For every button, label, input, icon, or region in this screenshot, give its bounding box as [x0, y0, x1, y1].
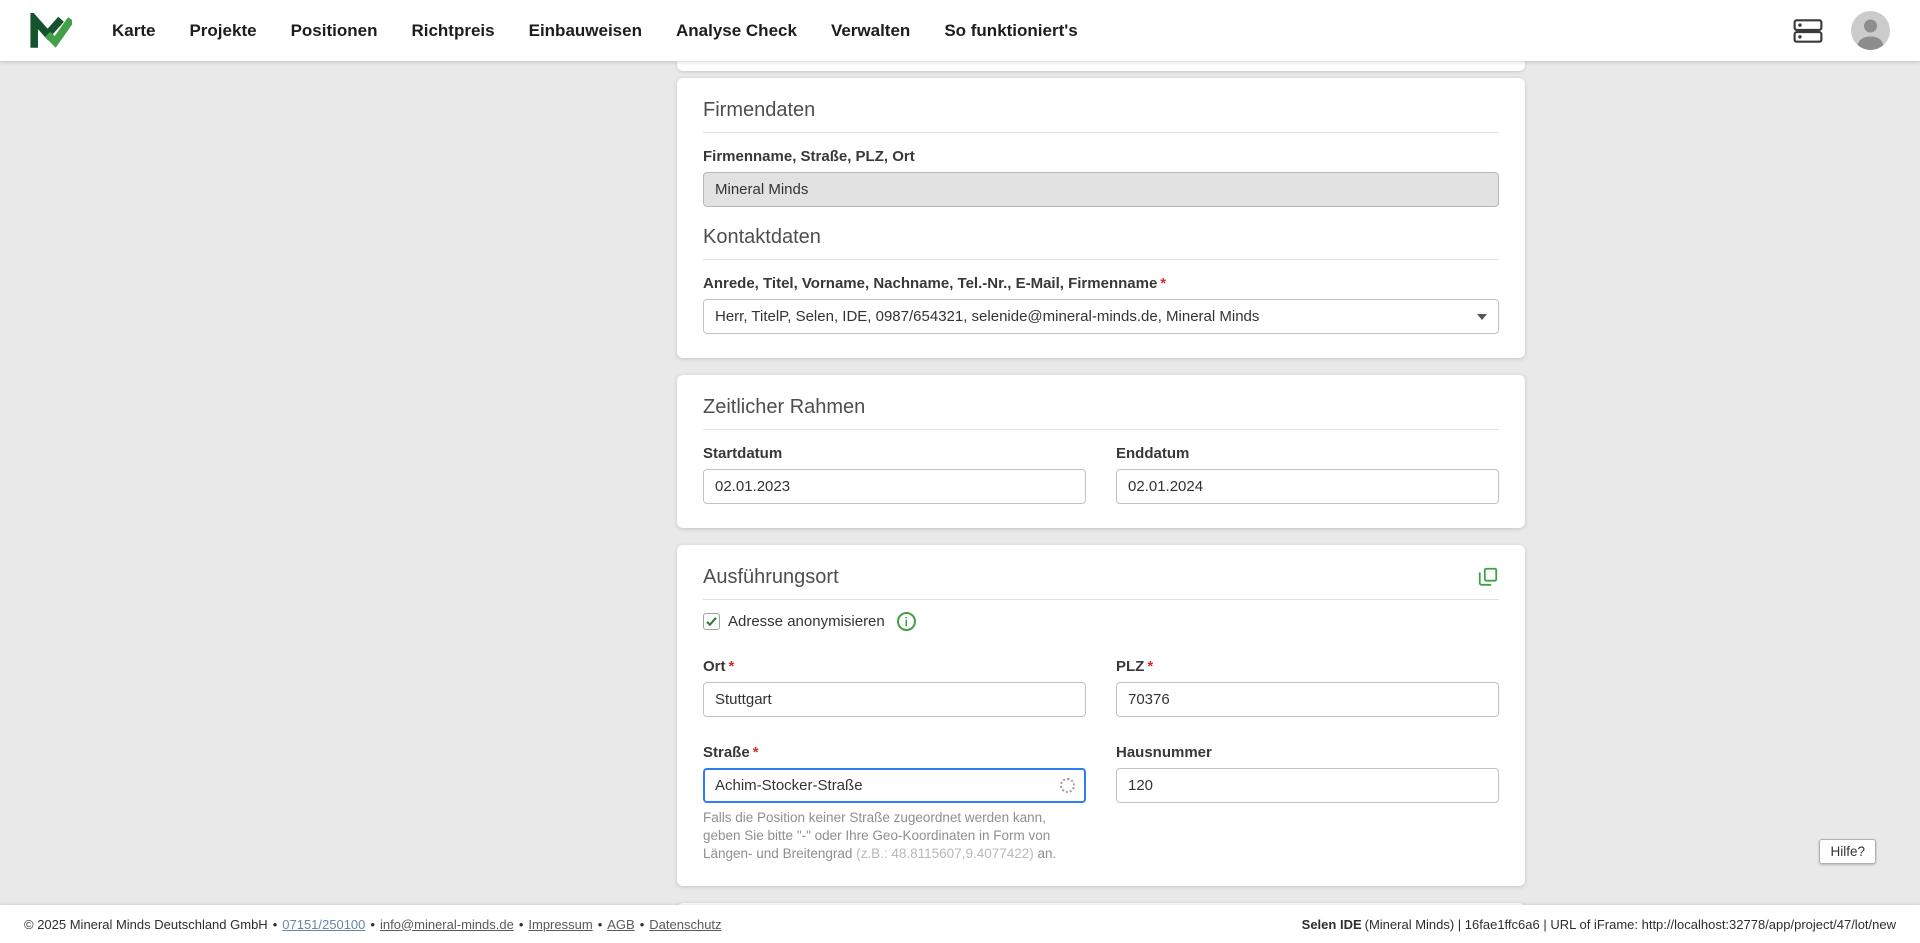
location-card: Ausführungsort Adresse anonymisieren i O…	[677, 545, 1525, 887]
required-marker: *	[752, 744, 759, 761]
anonymize-address-checkbox[interactable]	[703, 613, 720, 630]
footer-system-info: Selen IDE (Mineral Minds) | 16fae1ffc6a6…	[1302, 917, 1896, 932]
info-icon[interactable]	[896, 612, 916, 631]
city-field: Ort *	[703, 643, 1086, 717]
navbar-right	[1793, 11, 1890, 50]
company-summary-input	[703, 172, 1499, 207]
city-input[interactable]	[703, 682, 1086, 717]
anonymize-row: Adresse anonymisieren	[703, 612, 1499, 631]
zip-field: PLZ *	[1116, 643, 1499, 717]
section-title-ausfuehrungsort: Ausführungsort	[703, 566, 839, 588]
separator: •	[597, 916, 603, 932]
brand-logo[interactable]	[30, 12, 72, 49]
street-label: Straße *	[703, 744, 759, 761]
form-column: Firmendaten Firmenname, Straße, PLZ, Ort…	[677, 61, 1525, 905]
company-summary-label: Firmenname, Straße, PLZ, Ort	[703, 148, 915, 165]
enddate-field: Enddatum	[1116, 430, 1499, 504]
anonymize-address-label: Adresse anonymisieren	[728, 613, 885, 630]
separator: •	[272, 916, 278, 932]
person-icon	[1857, 19, 1884, 50]
startdate-input[interactable]	[703, 469, 1086, 504]
nav-item-karte[interactable]: Karte	[112, 21, 155, 41]
separator: •	[518, 916, 524, 932]
main-content: Firmendaten Firmenname, Straße, PLZ, Ort…	[0, 61, 1920, 905]
city-label: Ort *	[703, 658, 735, 675]
nav-item-analyse-check[interactable]: Analyse Check	[676, 21, 797, 41]
nav-item-richtpreis[interactable]: Richtpreis	[411, 21, 494, 41]
footer-agb-link[interactable]: AGB	[607, 917, 634, 932]
divider	[703, 132, 1499, 133]
footer-impressum-link[interactable]: Impressum	[528, 917, 592, 932]
footer-info: © 2025 Mineral Minds Deutschland GmbH • …	[24, 917, 722, 932]
top-navbar: Karte Projekte Positionen Richtpreis Ein…	[0, 0, 1920, 61]
zip-label: PLZ *	[1116, 658, 1154, 675]
nav-item-so-funktionierts[interactable]: So funktioniert's	[944, 21, 1077, 41]
user-avatar[interactable]	[1851, 11, 1890, 50]
footer-copyright: © 2025 Mineral Minds Deutschland GmbH	[24, 916, 268, 932]
server-icon[interactable]	[1793, 18, 1823, 44]
divider	[703, 599, 1499, 600]
system-name: Selen IDE	[1301, 916, 1362, 932]
enddate-label: Enddatum	[1116, 445, 1190, 462]
nav-item-einbauweisen[interactable]: Einbauweisen	[529, 21, 642, 41]
required-marker: *	[1160, 275, 1167, 292]
section-title-kontaktdaten: Kontaktdaten	[703, 226, 821, 248]
contact-select[interactable]: Herr, TitelP, Selen, IDE, 0987/654321, s…	[703, 299, 1499, 334]
loading-spinner-icon	[1060, 777, 1075, 793]
required-marker: *	[728, 658, 735, 675]
hint-coordinates-example: (z.B.: 48.8115607,9.4077422)	[856, 845, 1034, 861]
section-title-firmendaten: Firmendaten	[703, 99, 816, 121]
footer: © 2025 Mineral Minds Deutschland GmbH • …	[0, 905, 1920, 943]
copy-icon[interactable]	[1477, 566, 1499, 588]
contact-label: Anrede, Titel, Vorname, Nachname, Tel.-N…	[703, 275, 1167, 292]
separator: •	[370, 916, 375, 932]
divider	[703, 259, 1499, 260]
chevron-down-icon	[1477, 313, 1487, 320]
system-details: (Mineral Minds) | 16fae1ffc6a6 | URL of …	[1364, 916, 1896, 932]
check-icon	[706, 617, 717, 627]
help-button[interactable]: Hilfe?	[1819, 839, 1876, 864]
street-field: Straße* Falls die Position keiner Straße…	[703, 729, 1086, 862]
housenumber-label: Hausnummer	[1116, 744, 1212, 761]
required-marker: *	[1147, 658, 1154, 675]
separator: •	[639, 916, 645, 932]
timeframe-card: Zeitlicher Rahmen Startdatum Enddatum	[677, 375, 1525, 528]
housenumber-field: Hausnummer	[1116, 729, 1499, 862]
nav-item-positionen[interactable]: Positionen	[291, 21, 378, 41]
startdate-field: Startdatum	[703, 430, 1086, 504]
nav-item-projekte[interactable]: Projekte	[189, 21, 256, 41]
enddate-input[interactable]	[1116, 469, 1499, 504]
housenumber-input[interactable]	[1116, 768, 1499, 803]
nav-item-verwalten[interactable]: Verwalten	[831, 21, 910, 41]
street-input[interactable]	[703, 768, 1086, 803]
card-above-partial	[677, 61, 1525, 71]
footer-datenschutz-link[interactable]: Datenschutz	[649, 917, 721, 932]
contact-select-value: Herr, TitelP, Selen, IDE, 0987/654321, s…	[715, 308, 1260, 325]
footer-phone-link[interactable]: 07151/250100	[282, 917, 365, 932]
main-nav: Karte Projekte Positionen Richtpreis Ein…	[112, 21, 1078, 41]
section-title-zeitlicher-rahmen: Zeitlicher Rahmen	[703, 396, 866, 418]
footer-email-link[interactable]: info@mineral-minds.de	[380, 917, 514, 932]
startdate-label: Startdatum	[703, 445, 783, 462]
company-data-card: Firmendaten Firmenname, Straße, PLZ, Ort…	[677, 78, 1525, 358]
street-hint: Falls die Position keiner Straße zugeord…	[703, 810, 1057, 861]
brand-logo-icon	[30, 12, 72, 48]
zip-input[interactable]	[1116, 682, 1499, 717]
